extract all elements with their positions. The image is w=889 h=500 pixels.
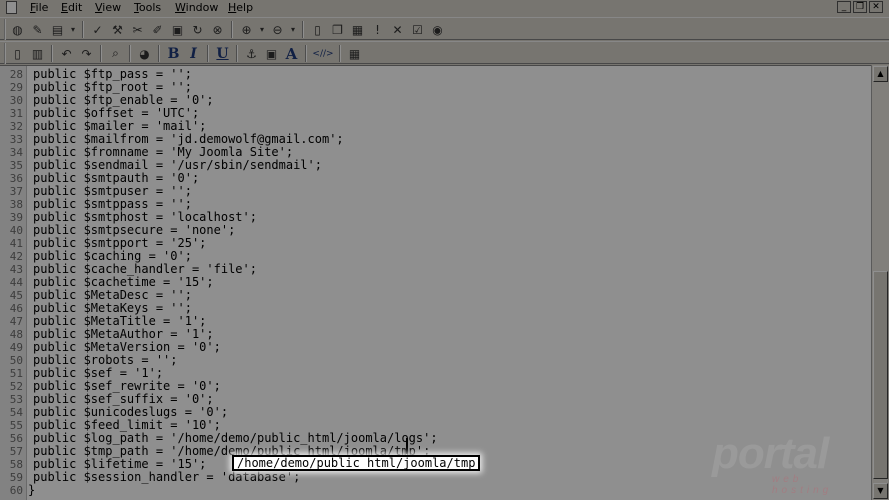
watermark-tagline: web hosting [772,474,833,496]
sync-icon[interactable]: ◉ [429,21,446,38]
format-toolbar: ▯ ▥ ↶ ↷ ⌕ ◕ B I U ⚓ ▣ A <//> ▦ [0,41,889,64]
portal-watermark: portal web hosting [712,429,862,497]
line-number: 33 [9,133,23,146]
insert-image-icon[interactable]: ▣ [263,45,280,62]
pen-icon[interactable]: ✐ [149,21,166,38]
line-number: 31 [9,107,23,120]
new-document-icon[interactable]: ▯ [9,45,26,62]
line-number: 45 [9,289,23,302]
alert-icon[interactable]: ! [369,21,386,38]
upload-icon[interactable]: ⊖ [269,21,286,38]
check-doc-icon[interactable]: ☑ [409,21,426,38]
line-number: 34 [9,146,23,159]
editor-window: File Edit View Tools Window Help _ ❐ ✕ ◍… [0,0,889,500]
menu-tools[interactable]: Tools [134,1,161,14]
broom-icon[interactable]: ⚒ [109,21,126,38]
line-number: 38 [9,198,23,211]
line-number: 36 [9,172,23,185]
line-number: 29 [9,81,23,94]
dropdown-arrow-icon[interactable]: ▾ [258,21,266,38]
line-number: 30 [9,94,23,107]
italic-button[interactable]: I [185,45,202,62]
tools-icon[interactable]: ✂ [129,21,146,38]
image-icon[interactable]: ▣ [169,21,186,38]
checkmark-icon[interactable]: ✓ [89,21,106,38]
line-number: 32 [9,120,23,133]
watermark-brand: portal [712,429,829,478]
code-text: } [28,483,36,497]
scroll-down-button[interactable]: ▼ [873,483,888,499]
main-toolbar: ◍ ✎ ▤ ▾ ✓ ⚒ ✂ ✐ ▣ ↻ ⊗ ⊕ ▾ ⊖ ▾ ▯ ❐ ▦ ! ✕ … [0,17,889,40]
scroll-thumb[interactable] [873,271,888,479]
line-number: 37 [9,185,23,198]
text-cursor [406,438,408,454]
table-icon[interactable]: ▦ [346,45,363,62]
dropdown-arrow-icon[interactable]: ▾ [69,21,77,38]
line-number: 49 [9,341,23,354]
menu-view[interactable]: View [95,1,121,14]
bold-button[interactable]: B [165,45,182,62]
refresh-icon[interactable]: ↻ [189,21,206,38]
new-file-icon[interactable]: ▤ [49,21,66,38]
menu-help[interactable]: Help [228,1,253,14]
menu-bar: File Edit View Tools Window Help _ ❐ ✕ [0,0,889,16]
line-number: 42 [9,250,23,263]
menu-edit[interactable]: Edit [61,1,82,14]
copy-icon[interactable]: ❐ [329,21,346,38]
restore-button[interactable]: ❐ [853,1,867,13]
highlighted-path-callout: /home/demo/public_html/joomla/tmp [232,455,481,471]
line-number: 46 [9,302,23,315]
download-icon[interactable]: ⊕ [238,21,255,38]
line-number: 28 [9,68,23,81]
line-number: 58 [9,458,23,471]
line-number: 51 [9,367,23,380]
document-icon [6,1,17,14]
line-number: 57 [9,445,23,458]
preview-globe-icon[interactable]: ◕ [136,45,153,62]
document-icon[interactable]: ▯ [309,21,326,38]
stop-icon[interactable]: ⊗ [209,21,226,38]
line-number: 39 [9,211,23,224]
line-number: 41 [9,237,23,250]
dropdown-arrow-icon[interactable]: ▾ [289,21,297,38]
line-number: 50 [9,354,23,367]
line-number: 52 [9,380,23,393]
minimize-button[interactable]: _ [837,1,851,13]
line-number: 60 [9,484,23,497]
line-number: 43 [9,263,23,276]
menu-window[interactable]: Window [175,1,218,14]
underline-button[interactable]: U [214,45,231,62]
line-number: 59 [9,471,23,484]
wand-icon[interactable]: ✎ [29,21,46,38]
menu-file[interactable]: File [30,1,48,14]
font-color-button[interactable]: A [283,45,300,63]
line-number: 47 [9,315,23,328]
line-number: 54 [9,406,23,419]
line-number: 44 [9,276,23,289]
save-icon[interactable]: ▦ [349,21,366,38]
delete-icon[interactable]: ✕ [389,21,406,38]
find-icon[interactable]: ⌕ [107,45,124,62]
code-text: public $session_handler = 'database'; [33,470,301,484]
anchor-icon[interactable]: ⚓ [243,45,260,62]
tag-button[interactable]: <//> [312,45,334,62]
line-number: 40 [9,224,23,237]
line-number: 35 [9,159,23,172]
line-number: 53 [9,393,23,406]
redo-icon[interactable]: ↷ [78,45,95,62]
save-icon[interactable]: ▥ [29,45,46,62]
scroll-up-button[interactable]: ▲ [873,66,888,82]
window-controls: _ ❐ ✕ [837,1,883,13]
globe-open-icon[interactable]: ◍ [9,21,26,38]
line-number: 55 [9,419,23,432]
line-number: 48 [9,328,23,341]
line-number: 56 [9,432,23,445]
undo-icon[interactable]: ↶ [58,45,75,62]
close-button[interactable]: ✕ [869,1,883,13]
vertical-scrollbar[interactable]: ▲ ▼ [871,65,889,500]
